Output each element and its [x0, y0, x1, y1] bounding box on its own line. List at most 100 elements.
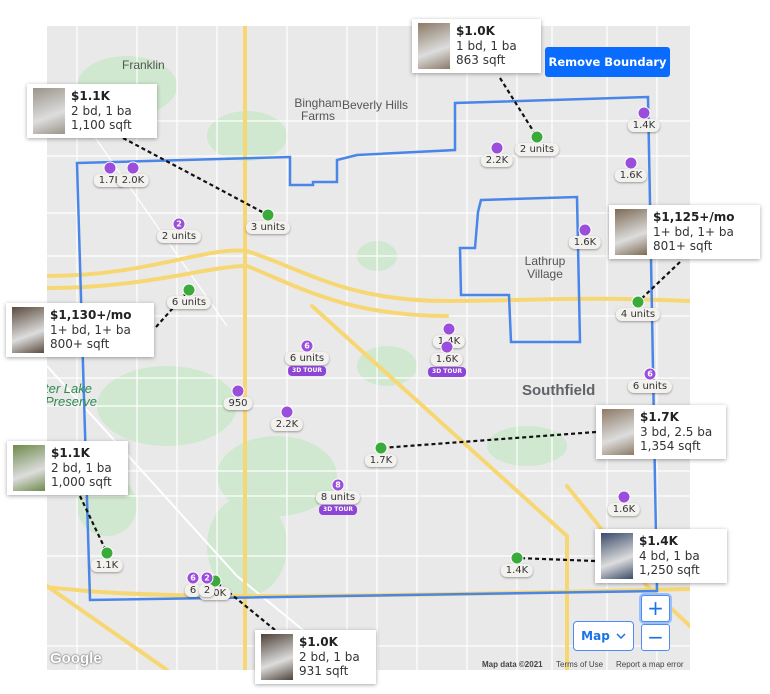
listing-beds-baths: 2 bd, 1 ba: [299, 649, 360, 664]
listing-beds-baths: 2 bd, 1 ba: [51, 460, 112, 475]
marker-price-label[interactable]: 6 units: [627, 380, 673, 393]
listing-marker[interactable]: [126, 161, 140, 175]
place-label: Southfield: [522, 382, 596, 399]
listing-marker[interactable]: [637, 106, 651, 120]
listing-beds-baths: 1 bd, 1 ba: [456, 38, 517, 53]
listing-marker[interactable]: 6: [643, 367, 657, 381]
marker-price-label[interactable]: 8 units: [315, 491, 361, 504]
listing-photo: [602, 409, 634, 455]
marker-price-label[interactable]: 1.6K: [568, 236, 602, 249]
listing-price: $1.0K: [299, 635, 338, 650]
listing-price: $1,130+/mo: [50, 308, 132, 323]
report-map-error-link[interactable]: Report a map error: [616, 660, 684, 669]
listing-marker-available[interactable]: [510, 551, 524, 565]
listing-callout[interactable]: $1.1K 2 bd, 1 ba 1,100 sqft: [27, 84, 157, 138]
listing-photo: [12, 307, 44, 353]
place-label: Lathrup Village: [524, 254, 566, 281]
marker-price-label[interactable]: 4 units: [615, 308, 661, 321]
marker-price-label[interactable]: 1.6K: [607, 503, 641, 516]
place-label: ter Lake Preserve: [47, 381, 98, 409]
listing-price: $1.1K: [51, 446, 90, 461]
listing-marker[interactable]: 2: [200, 571, 214, 585]
map-data-attribution: Map data ©2021: [482, 660, 543, 669]
marker-price-label[interactable]: 3 units: [245, 221, 291, 234]
listing-price: $1.1K: [71, 89, 110, 104]
3d-tour-badge: 3D TOUR: [319, 505, 357, 515]
place-label: Beverly Hills: [342, 98, 409, 112]
chevron-down-icon: [616, 633, 626, 639]
marker-price-label[interactable]: 6 units: [284, 352, 330, 365]
listing-sqft: 1,354 sqft: [640, 439, 701, 454]
listing-marker[interactable]: [442, 322, 456, 336]
listing-marker[interactable]: [617, 490, 631, 504]
listing-marker-available[interactable]: [182, 283, 196, 297]
listing-marker[interactable]: 6: [300, 339, 314, 353]
marker-price-label[interactable]: 6 units: [166, 296, 212, 309]
listing-sqft: 800+ sqft: [50, 337, 110, 352]
3d-tour-badge: 3D TOUR: [428, 367, 466, 377]
listing-callout[interactable]: $1.7K 3 bd, 2.5 ba 1,354 sqft: [596, 405, 726, 459]
marker-price-label[interactable]: 2.2K: [480, 154, 514, 167]
marker-price-label[interactable]: 1.4K: [500, 564, 534, 577]
listing-sqft: 801+ sqft: [653, 239, 713, 254]
listing-photo: [601, 533, 633, 579]
listing-sqft: 863 sqft: [456, 53, 506, 68]
listing-marker[interactable]: [440, 340, 454, 354]
marker-price-label[interactable]: 2.2K: [270, 418, 304, 431]
marker-price-label[interactable]: 1.6K: [614, 169, 648, 182]
map-type-dropdown[interactable]: Map: [573, 621, 634, 651]
listing-marker-available[interactable]: [100, 546, 114, 560]
remove-boundary-button[interactable]: Remove Boundary: [545, 47, 670, 77]
listing-marker-available[interactable]: [261, 208, 275, 222]
listing-marker[interactable]: 2: [172, 217, 186, 231]
zoom-in-button[interactable]: +: [641, 595, 670, 622]
listing-callout[interactable]: $1,125+/mo 1+ bd, 1+ ba 801+ sqft: [609, 205, 760, 259]
listing-marker-available[interactable]: [374, 441, 388, 455]
listing-price: $1.4K: [639, 534, 678, 549]
place-label: Franklin: [122, 58, 165, 72]
listing-sqft: 1,100 sqft: [71, 118, 132, 133]
map-type-label: Map: [581, 629, 610, 643]
listing-callout[interactable]: $1.4K 4 bd, 1 ba 1,250 sqft: [595, 529, 727, 583]
marker-price-label[interactable]: 1.4K: [627, 119, 661, 132]
listing-beds-baths: 4 bd, 1 ba: [639, 548, 700, 563]
listing-marker[interactable]: [103, 161, 117, 175]
marker-price-label[interactable]: 2 units: [514, 143, 560, 156]
google-logo: Google: [50, 650, 102, 667]
listing-callout[interactable]: $1.0K 2 bd, 1 ba 931 sqft: [255, 630, 376, 684]
marker-price-label[interactable]: 950: [223, 397, 253, 410]
listing-price: $1.7K: [640, 410, 679, 425]
listing-photo: [615, 209, 647, 255]
marker-price-label[interactable]: 1.6K: [430, 353, 464, 366]
listing-marker-available[interactable]: [631, 295, 645, 309]
listing-marker-available[interactable]: [530, 130, 544, 144]
listing-beds-baths: 1+ bd, 1+ ba: [50, 322, 131, 337]
listing-callout[interactable]: $1,130+/mo 1+ bd, 1+ ba 800+ sqft: [6, 303, 154, 357]
listing-sqft: 931 sqft: [299, 664, 349, 679]
listing-price: $1.0K: [456, 24, 495, 39]
zoom-out-button[interactable]: −: [641, 624, 670, 651]
3d-tour-badge: 3D TOUR: [288, 366, 326, 376]
terms-of-use-link[interactable]: Terms of Use: [556, 660, 603, 669]
listing-marker[interactable]: 8: [331, 478, 345, 492]
listing-sqft: 1,250 sqft: [639, 563, 700, 578]
marker-price-label[interactable]: 1.7K: [364, 454, 398, 467]
listing-price: $1,125+/mo: [653, 210, 735, 225]
listing-marker[interactable]: [231, 384, 245, 398]
listing-beds-baths: 2 bd, 1 ba: [71, 103, 132, 118]
listing-marker[interactable]: [578, 223, 592, 237]
listing-marker[interactable]: [280, 405, 294, 419]
listing-photo: [261, 634, 293, 680]
listing-callout[interactable]: $1.0K 1 bd, 1 ba 863 sqft: [412, 19, 541, 73]
marker-price-label[interactable]: 2: [198, 584, 216, 597]
listing-marker[interactable]: 6: [186, 571, 200, 585]
listing-sqft: 1,000 sqft: [51, 475, 112, 490]
marker-price-label[interactable]: 2.0K: [116, 174, 150, 187]
marker-price-label[interactable]: 2 units: [156, 230, 202, 243]
listing-marker[interactable]: [624, 156, 638, 170]
listing-beds-baths: 3 bd, 2.5 ba: [640, 424, 713, 439]
listing-photo: [33, 88, 65, 134]
listing-marker[interactable]: [490, 141, 504, 155]
marker-price-label[interactable]: 1.1K: [90, 559, 124, 572]
listing-callout[interactable]: $1.1K 2 bd, 1 ba 1,000 sqft: [7, 441, 128, 495]
